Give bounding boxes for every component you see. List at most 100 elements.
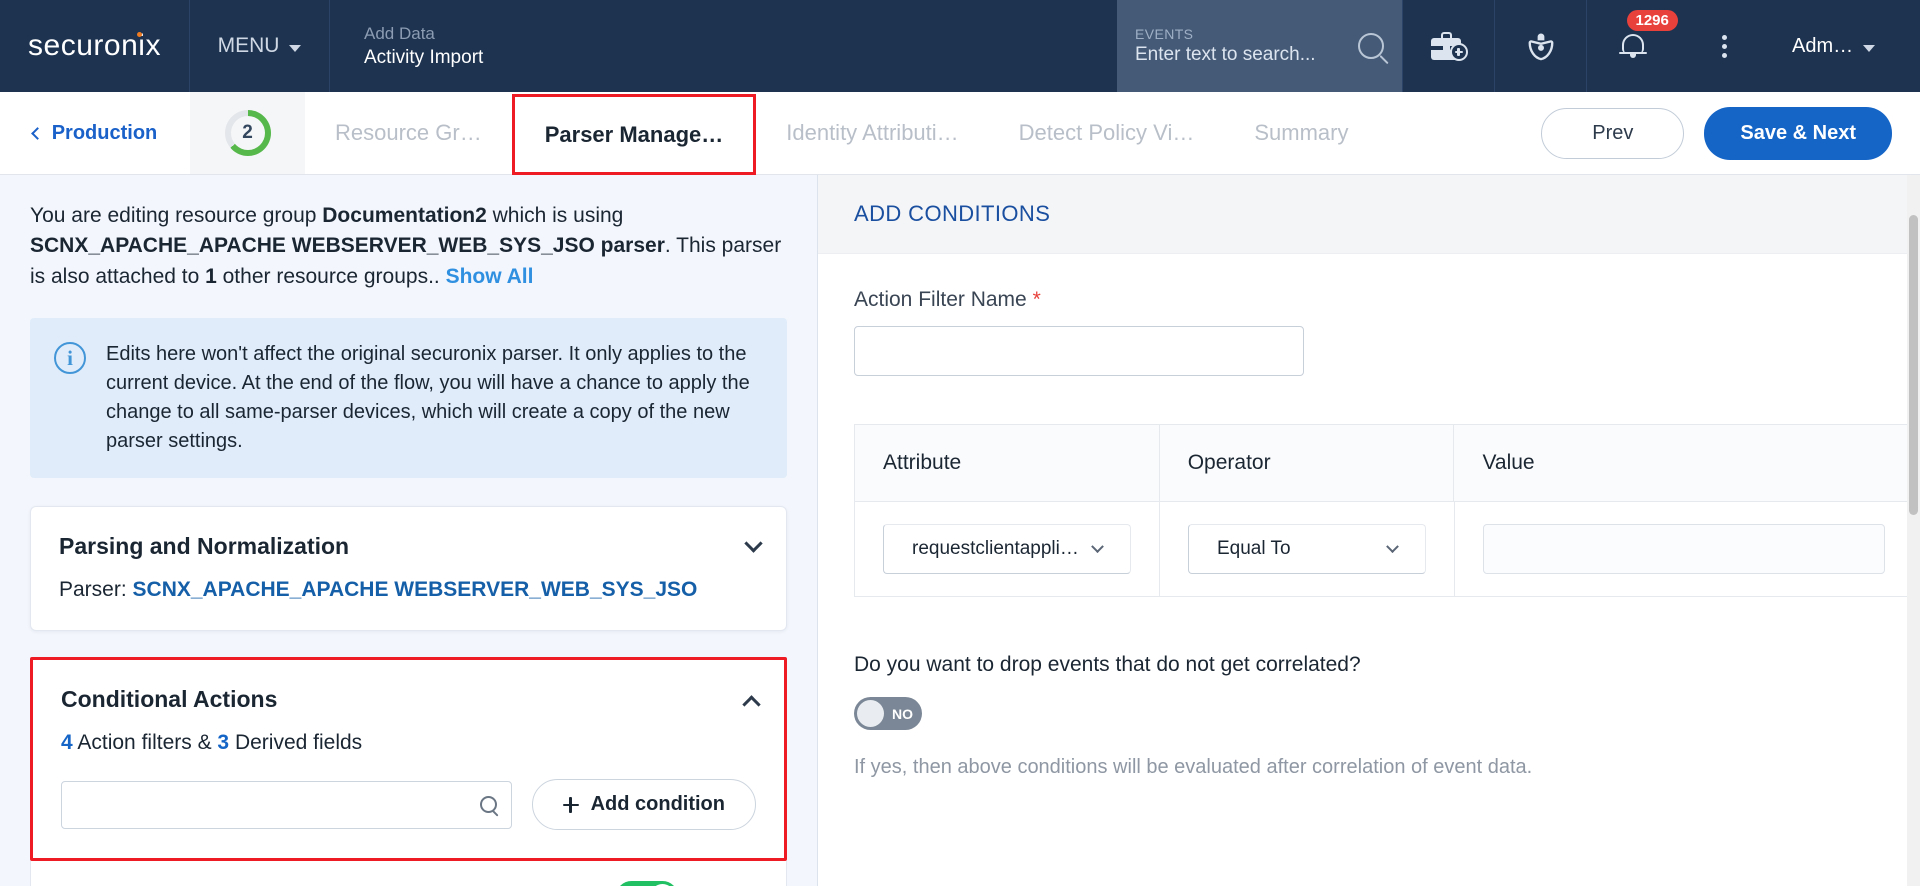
- column-header-value: Value: [1454, 425, 1914, 501]
- drop-events-hint: If yes, then above conditions will be ev…: [854, 756, 1533, 778]
- cell-attribute: requestclientapplica…: [855, 501, 1160, 596]
- notice-count: 1: [205, 264, 217, 288]
- drop-events-question: Do you want to drop events that do not g…: [854, 653, 1361, 676]
- add-case-button[interactable]: [1402, 0, 1494, 92]
- parser-name-value[interactable]: SCNX_APACHE_APACHE WEBSERVER_WEB_SYS_JSO: [133, 578, 698, 601]
- parser-edit-info-box: i Edits here won't affect the original s…: [30, 318, 787, 479]
- bell-body: [1621, 34, 1644, 53]
- global-search-scope-label: EVENTS: [1135, 26, 1194, 42]
- user-account-menu[interactable]: Adm…: [1770, 0, 1920, 92]
- tab-parser-management[interactable]: Parser Manage…: [511, 94, 757, 175]
- cell-operator: Equal To: [1160, 501, 1455, 596]
- threat-hunting-button[interactable]: [1494, 0, 1586, 92]
- back-to-production-link[interactable]: Production: [0, 92, 190, 174]
- action-filter-row[interactable]: ClientErrorEvents YES: [30, 861, 787, 886]
- derived-fields-count: 3: [217, 731, 230, 755]
- operator-select-value: Equal To: [1217, 538, 1291, 559]
- attribute-select-value: requestclientapplica…: [912, 538, 1085, 559]
- bell-icon: [1618, 34, 1647, 58]
- conditions-table-header: Attribute Operator Value: [855, 425, 1914, 501]
- operator-select[interactable]: Equal To: [1188, 524, 1426, 574]
- add-conditions-form: Action Filter Name * Attribute Operator …: [818, 254, 1920, 779]
- table-row: requestclientapplica… Equal To: [855, 501, 1914, 596]
- briefcase-latch: [1442, 44, 1450, 52]
- chevron-down-icon: [1091, 539, 1104, 553]
- drop-events-toggle[interactable]: NO: [854, 697, 922, 730]
- spy-mask-icon: [1528, 33, 1553, 61]
- info-icon: i: [54, 342, 86, 375]
- tab-label: Detect Policy Vi…: [1018, 120, 1195, 145]
- kebab-dot: [1721, 43, 1727, 49]
- notice-resource-group: Documentation2: [322, 204, 487, 227]
- value-input[interactable]: [1482, 524, 1885, 574]
- briefcase-handle: [1440, 32, 1452, 39]
- parsing-card-parser-row: Parser: SCNX_APACHE_APACHE WEBSERVER_WEB…: [59, 578, 758, 602]
- condition-search-box[interactable]: [61, 780, 512, 829]
- parser-prefix-label: Parser:: [59, 578, 133, 602]
- tab-identity-attribution[interactable]: Identity Attributi…: [756, 92, 988, 174]
- add-condition-button[interactable]: Add condition: [531, 779, 756, 831]
- user-label: Adm…: [1792, 34, 1854, 57]
- step-number: 2: [242, 122, 253, 143]
- vertical-scrollbar[interactable]: [1907, 175, 1920, 886]
- chevron-down-icon: [289, 44, 302, 52]
- add-conditions-header: ADD CONDITIONS: [818, 175, 1920, 254]
- notice-parser-name: SCNX_APACHE_APACHE WEBSERVER_WEB_SYS_JSO…: [30, 234, 665, 258]
- conditional-actions-title: Conditional Actions: [61, 686, 278, 713]
- tab-label: Resource Gr…: [335, 120, 482, 145]
- kebab-dot: [1721, 34, 1727, 40]
- kebab-dot: [1721, 52, 1727, 58]
- menu-dropdown[interactable]: MENU: [190, 0, 330, 92]
- securonix-logo[interactable]: securonix: [0, 0, 190, 92]
- action-filters-count: 4: [61, 731, 73, 755]
- parsing-normalization-card[interactable]: Parsing and Normalization Parser: SCNX_A…: [30, 506, 787, 632]
- wizard-tabs: Resource Gr… Parser Manage… Identity Att…: [305, 92, 1378, 175]
- kebab-menu-icon: [1721, 34, 1727, 58]
- show-all-link[interactable]: Show All: [446, 265, 534, 288]
- action-filter-name-input[interactable]: [854, 326, 1304, 376]
- search-icon[interactable]: [479, 796, 497, 814]
- prev-button[interactable]: Prev: [1541, 107, 1685, 159]
- scrollbar-thumb[interactable]: [1909, 215, 1918, 515]
- action-filters-label: Action filters &: [72, 731, 218, 755]
- global-search[interactable]: EVENTS Enter text to search...: [1117, 0, 1402, 92]
- search-icon[interactable]: [1358, 33, 1384, 59]
- brand-text: securonix: [28, 29, 161, 63]
- editing-notice: You are editing resource group Documenta…: [0, 175, 817, 292]
- parsing-card-title: Parsing and Normalization: [59, 533, 350, 560]
- action-filter-enabled-toggle[interactable]: YES: [616, 881, 678, 886]
- more-options-button[interactable]: [1678, 0, 1770, 92]
- cell-value: [1454, 501, 1914, 596]
- top-navigation-bar: securonix MENU Add Data Activity Import …: [0, 0, 1920, 92]
- left-panel: You are editing resource group Documenta…: [0, 175, 818, 886]
- notice-part1: You are editing resource group: [30, 204, 323, 227]
- menu-label: MENU: [217, 34, 280, 57]
- plus-circle-icon: [1449, 43, 1468, 61]
- right-panel: ADD CONDITIONS Action Filter Name * Attr…: [818, 175, 1920, 886]
- tab-label: Summary: [1254, 120, 1349, 145]
- attribute-select[interactable]: requestclientapplica…: [883, 524, 1131, 574]
- global-search-input[interactable]: Enter text to search...: [1135, 44, 1348, 66]
- notifications-button[interactable]: 1296: [1586, 0, 1678, 92]
- add-condition-label: Add condition: [590, 793, 725, 816]
- tab-label: Parser Manage…: [544, 121, 724, 147]
- conditional-actions-counts: 4 Action filters & 3 Derived fields: [61, 731, 756, 755]
- condition-search-input[interactable]: [76, 792, 480, 817]
- toggle-label: NO: [892, 705, 913, 722]
- conditional-actions-card[interactable]: Conditional Actions 4 Action filters & 3…: [30, 657, 787, 862]
- main-content: You are editing resource group Documenta…: [0, 175, 1920, 886]
- toggle-knob: [857, 700, 884, 727]
- tab-label: Identity Attributi…: [786, 120, 959, 145]
- brand-dot-accent: [136, 32, 142, 37]
- add-conditions-title: ADD CONDITIONS: [854, 201, 1051, 226]
- column-header-attribute: Attribute: [855, 425, 1160, 501]
- chevron-left-icon: [30, 126, 44, 140]
- conditional-actions-toolbar: Add condition: [61, 779, 756, 831]
- global-search-fields: EVENTS Enter text to search...: [1135, 26, 1348, 66]
- save-and-next-button[interactable]: Save & Next: [1704, 106, 1892, 160]
- tab-resource-groups[interactable]: Resource Gr…: [305, 92, 512, 174]
- tab-summary[interactable]: Summary: [1224, 92, 1378, 174]
- tab-detect-policy-violations[interactable]: Detect Policy Vi…: [989, 92, 1225, 174]
- bell-clapper: [1629, 54, 1636, 58]
